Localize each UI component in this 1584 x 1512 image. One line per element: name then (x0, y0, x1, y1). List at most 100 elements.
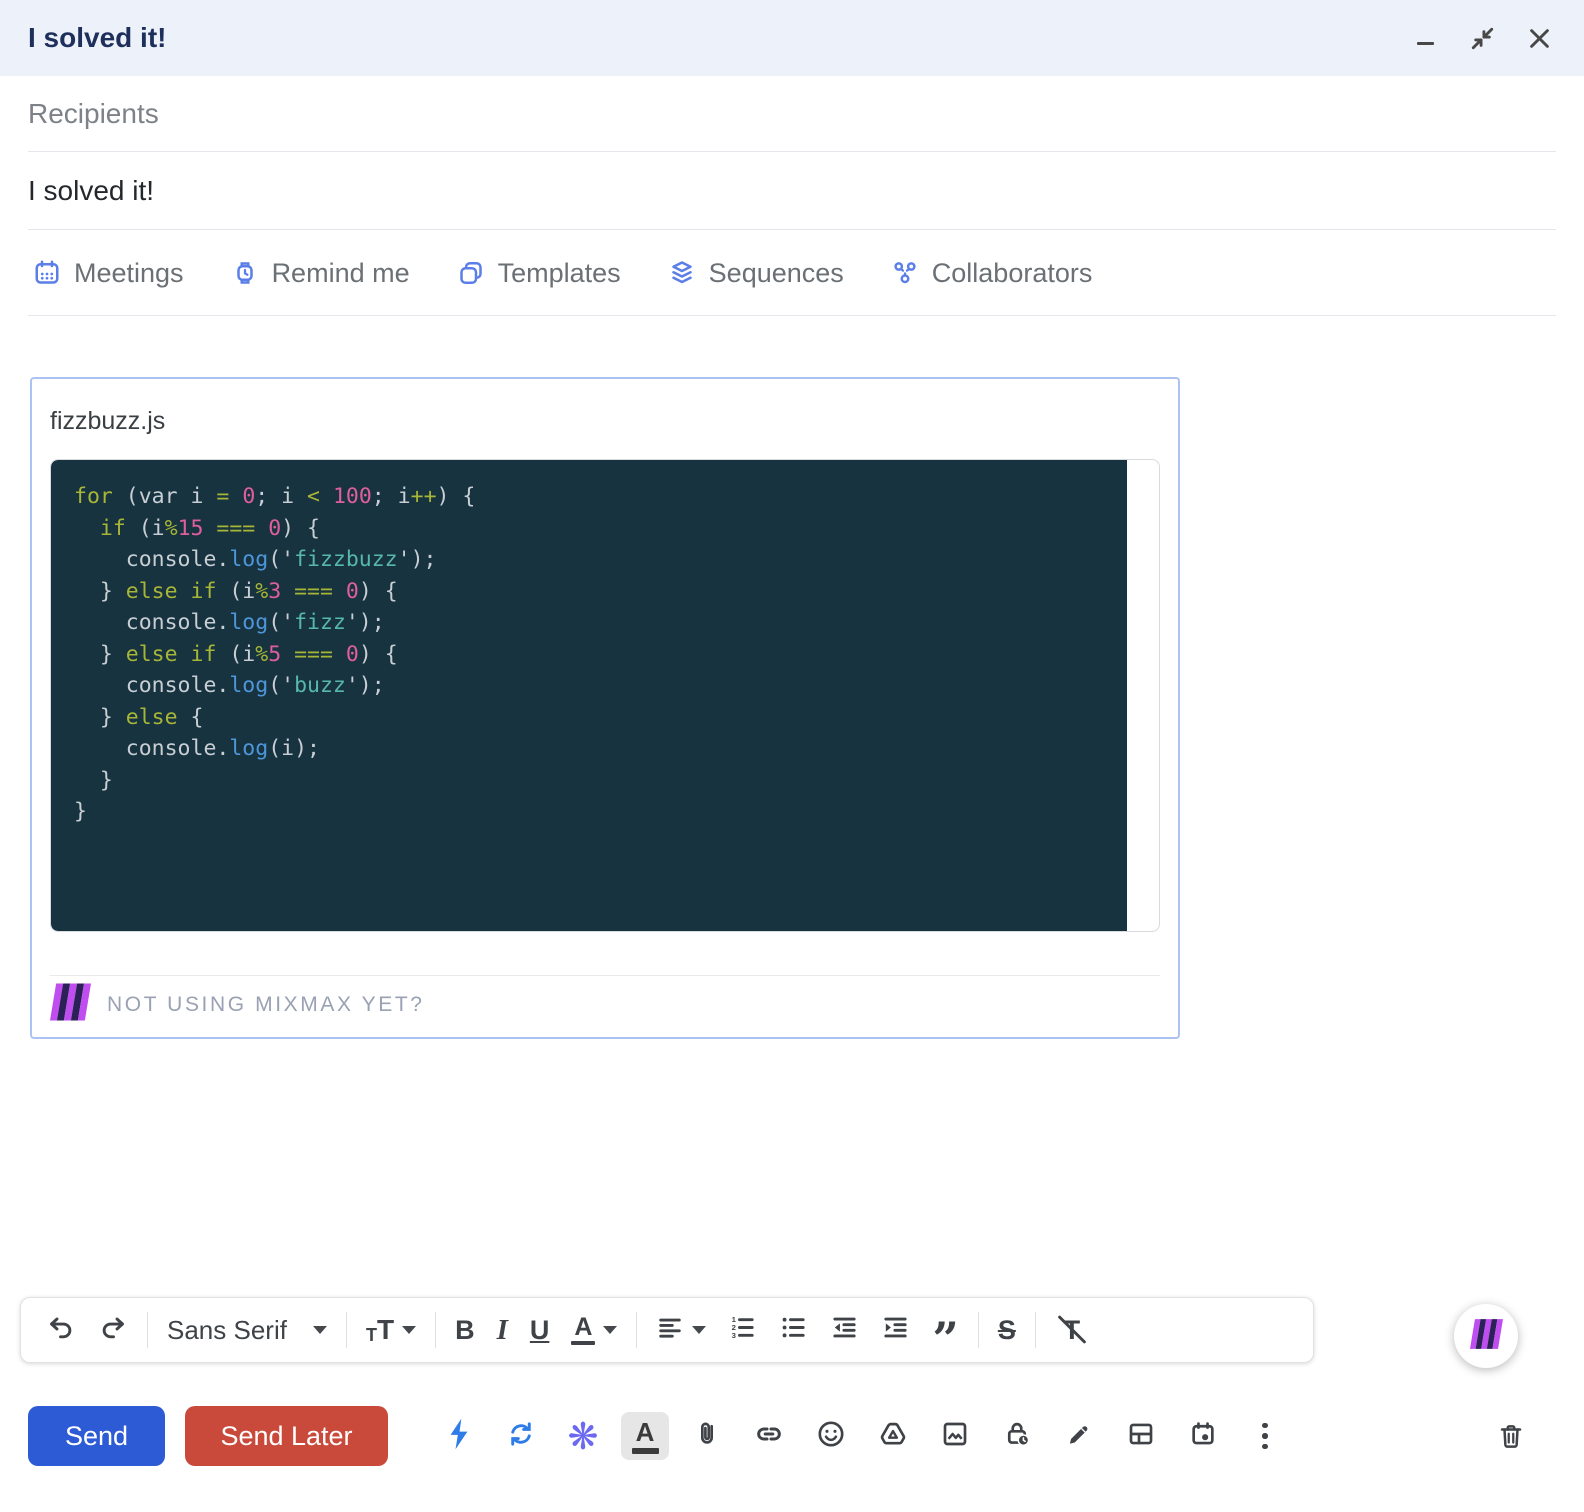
compose-window: I solved it! Recipients I solved it! Mee… (0, 0, 1584, 1512)
font-family-select[interactable]: Sans Serif (156, 1305, 338, 1355)
bulleted-list-button[interactable] (768, 1305, 819, 1355)
exit-fullscreen-icon[interactable] (1467, 23, 1497, 53)
sync-icon (505, 1418, 537, 1455)
people-icon (890, 258, 920, 288)
remove-formatting-button[interactable]: T (1044, 1305, 1100, 1355)
underline-icon: U (529, 1314, 550, 1345)
schedule-button[interactable] (1172, 1408, 1234, 1464)
link-icon (752, 1417, 786, 1456)
bold-icon: B (455, 1314, 475, 1345)
discard-draft-button[interactable] (1480, 1410, 1542, 1466)
layout-icon (1125, 1418, 1157, 1455)
text-size-icon: TT (365, 1314, 395, 1345)
meetings-button[interactable]: Meetings (32, 258, 184, 289)
bulleted-list-icon (779, 1313, 808, 1347)
recipients-field[interactable]: Recipients (0, 76, 1584, 152)
sequences-label: Sequences (708, 257, 844, 288)
mixmax-menu-button[interactable] (1454, 1304, 1518, 1368)
chevron-down-icon (402, 1326, 417, 1334)
chevron-down-icon (312, 1326, 327, 1334)
layout-button[interactable] (1110, 1408, 1172, 1464)
image-icon (939, 1418, 971, 1455)
numbered-list-button[interactable]: 1 2 3 (717, 1305, 768, 1355)
text-color-icon: A (621, 1412, 669, 1460)
remind-me-label: Remind me (271, 257, 410, 288)
undo-icon (46, 1313, 76, 1348)
underline-button[interactable]: U (519, 1305, 561, 1355)
trash-icon (1496, 1421, 1526, 1456)
minimize-icon[interactable] (1410, 23, 1440, 53)
indent-less-button[interactable] (819, 1305, 870, 1355)
undo-button[interactable] (35, 1305, 87, 1355)
instant-send-button[interactable] (428, 1408, 490, 1464)
code-editor[interactable]: for (var i = 0; i < 100; i++) { if (i%15… (50, 459, 1160, 932)
insert-signature-button[interactable] (1048, 1408, 1110, 1464)
align-left-icon (656, 1314, 684, 1347)
send-button[interactable]: Send (28, 1406, 165, 1466)
subject-field[interactable]: I solved it! (0, 152, 1584, 230)
code-snippet-card: fizzbuzz.js for (var i = 0; i < 100; i++… (30, 377, 1180, 1039)
code-block: for (var i = 0; i < 100; i++) { if (i%15… (51, 460, 1127, 931)
confidential-mode-button[interactable] (986, 1408, 1048, 1464)
enhance-button[interactable]: ❋ (552, 1408, 614, 1464)
watch-icon (230, 258, 260, 288)
code-content: for (var i = 0; i < 100; i++) { if (i%15… (74, 484, 476, 824)
italic-icon: I (496, 1313, 508, 1346)
action-bar: Send Send Later ❋ A (0, 1405, 1584, 1467)
more-options-icon (1262, 1422, 1268, 1450)
italic-button[interactable]: I (486, 1305, 519, 1355)
titlebar: I solved it! (0, 0, 1584, 76)
templates-icon (456, 258, 486, 288)
insert-from-drive-button[interactable] (862, 1408, 924, 1464)
attach-file-button[interactable] (676, 1408, 738, 1464)
mixmax-logo-icon (50, 983, 91, 1026)
more-options-button[interactable] (1234, 1408, 1296, 1464)
subject-text: I solved it! (28, 175, 155, 206)
insert-photo-button[interactable] (924, 1408, 986, 1464)
paperclip-icon (691, 1418, 723, 1455)
formatting-toolbar: Sans Serif TT B I U A 1 2 3 ” S (20, 1297, 1314, 1363)
calendar-icon (32, 258, 62, 288)
mixmax-promo-link[interactable]: NOT USING MIXMAX YET? (50, 983, 425, 1026)
strikethrough-icon: S (997, 1314, 1016, 1345)
lightning-icon (448, 1418, 470, 1455)
indent-less-icon (830, 1313, 859, 1347)
svg-text:3: 3 (732, 1331, 737, 1340)
collaborators-label: Collaborators (931, 257, 1093, 288)
close-icon[interactable] (1524, 23, 1554, 53)
quote-button[interactable]: ” (921, 1305, 969, 1362)
schedule-calendar-icon (1187, 1418, 1219, 1455)
templates-button[interactable]: Templates (456, 258, 621, 289)
drive-icon (877, 1418, 909, 1455)
indent-more-button[interactable] (870, 1305, 921, 1355)
lock-clock-icon (1001, 1418, 1033, 1455)
insert-emoji-button[interactable] (800, 1408, 862, 1464)
numbered-list-icon: 1 2 3 (728, 1313, 757, 1347)
recipients-placeholder: Recipients (28, 98, 159, 129)
mixmax-promo-text: NOT USING MIXMAX YET? (107, 992, 425, 1016)
text-size-button[interactable]: TT (355, 1305, 427, 1355)
redo-button[interactable] (87, 1305, 139, 1355)
bold-button[interactable]: B (444, 1305, 486, 1355)
text-color-icon: A (571, 1315, 596, 1345)
code-scrollbar-track[interactable] (1127, 460, 1159, 931)
strikethrough-button[interactable]: S (987, 1305, 1027, 1355)
indent-more-icon (881, 1313, 910, 1347)
align-button[interactable] (645, 1305, 717, 1355)
layers-icon (667, 258, 697, 288)
collaborators-button[interactable]: Collaborators (890, 257, 1093, 289)
mixmax-logo-icon (1469, 1318, 1503, 1354)
text-color-button[interactable]: A (560, 1305, 628, 1355)
chevron-down-icon (692, 1326, 707, 1334)
text-formatting-toggle[interactable]: A (614, 1408, 676, 1464)
sequences-button[interactable]: Sequences (667, 258, 844, 289)
remind-me-button[interactable]: Remind me (230, 258, 410, 289)
chevron-down-icon (603, 1326, 618, 1334)
sync-button[interactable] (490, 1408, 552, 1464)
pen-icon (1064, 1419, 1094, 1454)
insert-link-button[interactable] (738, 1408, 800, 1464)
send-later-button[interactable]: Send Later (185, 1406, 388, 1466)
templates-label: Templates (497, 257, 621, 288)
snippet-filename: fizzbuzz.js (50, 407, 166, 435)
remove-formatting-icon: T (1055, 1313, 1089, 1347)
